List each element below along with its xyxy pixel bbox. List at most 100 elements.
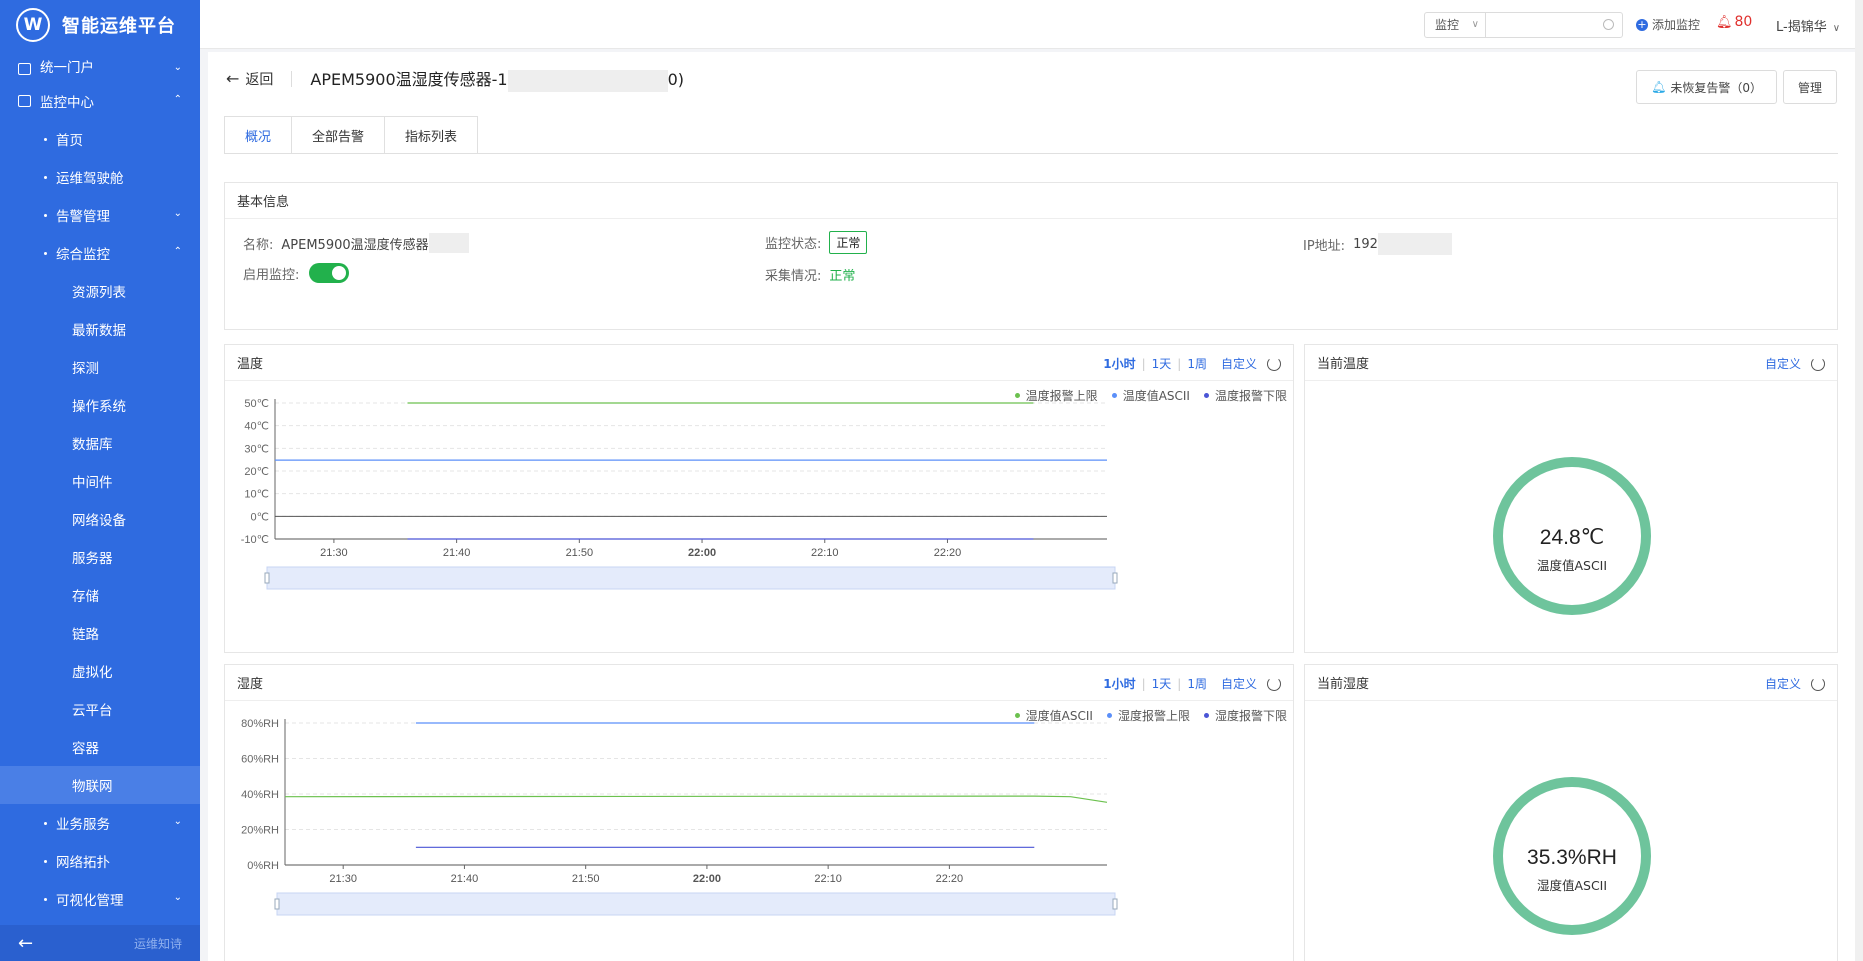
tab-metrics[interactable]: 指标列表 [385,116,479,154]
x-tick-label: 22:00 [693,873,721,885]
logo-icon: W [16,8,50,42]
back-button[interactable]: ← 返回 [226,69,273,89]
enable-monitor-toggle[interactable] [309,263,350,283]
sidebar-item-label: 中间件 [72,475,113,491]
sidebar-item[interactable]: 物联网 [0,766,200,804]
chevron-down-icon: ⌄ [173,62,182,73]
sidebar-item[interactable]: 中间件 [0,462,200,500]
sidebar-item-label: 首页 [56,133,83,149]
sidebar-item[interactable]: 网络拓扑 [0,842,200,880]
tab-all-alerts[interactable]: 全部告警 [292,116,386,154]
x-tick-label: 22:20 [936,873,964,885]
sidebar-item[interactable]: 云平台 [0,690,200,728]
search-icon[interactable] [1603,19,1614,30]
gauge-value: 35.3%RH [1527,846,1617,869]
app-logo[interactable]: W 智能运维平台 [0,0,200,50]
page-scrollbar[interactable] [1855,0,1863,961]
sidebar-item[interactable]: 探测 [0,348,200,386]
alert-bell-button[interactable]: 🔔︎ 80 [1716,14,1752,30]
sidebar-item[interactable]: 容器 [0,728,200,766]
temperature-gauge: 24.8℃ [1493,457,1651,615]
sidebar-item-label: 监控中心 [40,95,94,111]
zoom-slider [276,892,1116,916]
range-1w[interactable]: 1周 [1187,675,1207,692]
sidebar-item[interactable]: 综合监控 ⌃ [0,234,200,272]
sidebar-item[interactable]: 资源列表 [0,272,200,310]
sidebar-item[interactable]: 业务服务 ⌄ [0,804,200,842]
basic-info-title: 基本信息 [225,183,1837,219]
add-monitor-button[interactable]: + 添加监控 [1636,16,1700,33]
range-1w[interactable]: 1周 [1187,355,1207,372]
header-actions: 🔔︎ 未恢复告警 （0） 管理 [1630,70,1837,104]
sidebar-item-label: 存储 [72,589,99,605]
tab-overview[interactable]: 概况 [224,116,293,154]
refresh-icon[interactable] [1811,676,1825,691]
main-content: ← 返回 APEM5900温湿度传感器-1 0) 🔔︎ 未恢复告警 （0） 管理 … [208,52,1855,961]
custom-range-link[interactable]: 自定义 [1765,355,1801,372]
sidebar-item-label: 运维驾驶舱 [56,171,124,187]
unrecovered-alerts-button[interactable]: 🔔︎ 未恢复告警 （0） [1636,70,1777,104]
sidebar-item-label: 最新数据 [72,323,126,339]
search-scope-select[interactable]: 监控 ∨ [1424,12,1486,38]
range-1h[interactable]: 1小时 [1103,355,1135,372]
bullet-icon [44,176,47,179]
chevron-up-icon: ⌃ [173,246,182,257]
page-title-suffix: 0) [667,70,685,89]
range-1d[interactable]: 1天 [1152,355,1172,372]
sidebar-item[interactable]: 运维驾驶舱 [0,158,200,196]
x-tick-label: 22:10 [814,873,842,885]
x-tick-label: 21:40 [443,547,471,559]
sidebar-item-label: 链路 [72,627,99,643]
sidebar-item[interactable]: 操作系统 [0,386,200,424]
bullet-icon [44,214,47,217]
sidebar-item[interactable]: 存储 [0,576,200,614]
y-tick-label: 60%RH [241,754,279,766]
refresh-icon[interactable] [1267,356,1281,371]
temperature-chart: 50℃ 40℃ 30℃ 20℃ 10℃ 0℃ -10℃ 21:30 21:40 21:50 22:0… [241,398,1118,590]
sidebar-item-label: 物联网 [72,779,113,795]
sidebar-item[interactable]: 告警管理 ⌄ [0,196,200,234]
user-menu[interactable]: L-揭锦华 ∨ [1776,16,1840,35]
custom-range-link[interactable]: 自定义 [1221,675,1257,692]
custom-range-link[interactable]: 自定义 [1221,355,1257,372]
sidebar-item[interactable]: 数据库 [0,424,200,462]
alert-count: 80 [1734,14,1753,30]
sidebar-item[interactable]: 监控中心 ⌃ [0,82,200,120]
custom-range-link[interactable]: 自定义 [1765,675,1801,692]
bullet-icon [44,860,47,863]
chevron-down-icon: ⌄ [173,892,182,903]
menu-icon [18,95,31,107]
range-1h[interactable]: 1小时 [1103,675,1135,692]
range-1d[interactable]: 1天 [1152,675,1172,692]
sidebar-item[interactable]: 可视化管理 ⌄ [0,880,200,918]
sidebar-item[interactable]: 首页 [0,120,200,158]
basic-info-card: 基本信息 名称: APEM5900温湿度传感器 监控状态: 正常 IP地址: 1… [224,182,1838,330]
refresh-icon[interactable] [1811,356,1825,371]
sidebar: W 智能运维平台 统一门户 ⌄ 监控中心 ⌃ 首页运维驾驶舱告警管理 ⌄ 综合监控 ⌃ 资源列表… [0,0,200,961]
sidebar-item[interactable]: 最新数据 [0,310,200,348]
collapse-sidebar-icon[interactable]: ← [18,933,33,954]
sidebar-item[interactable]: 虚拟化 [0,652,200,690]
refresh-icon[interactable] [1267,676,1281,691]
ip-label: IP地址: [1303,238,1346,254]
x-tick-label: 22:00 [688,547,716,559]
sidebar-item[interactable]: 统一门户 ⌄ [0,50,200,82]
status-badge: 正常 [829,231,868,254]
sidebar-item[interactable]: 网络设备 [0,500,200,538]
humidity-gauge: 35.3%RH [1493,777,1651,935]
x-tick-label: 21:30 [329,873,357,885]
series-line [284,795,1108,803]
gauge-label: 湿度值ASCII [1536,878,1608,893]
sidebar-item-label: 统一门户 [40,60,94,76]
chevron-up-icon: ⌃ [173,94,182,105]
sidebar-item[interactable]: 服务器 [0,538,200,576]
bullet-icon [44,898,47,901]
info-status: 监控状态: 正常 [765,231,868,254]
search-input[interactable] [1485,12,1623,38]
bell-icon: 🔔︎ [1651,80,1667,94]
y-tick-label: 80%RH [241,718,279,730]
manage-button[interactable]: 管理 [1782,70,1837,104]
sidebar-item-label: 综合监控 [56,247,110,263]
sidebar-item[interactable]: 链路 [0,614,200,652]
bullet-icon [44,252,47,255]
